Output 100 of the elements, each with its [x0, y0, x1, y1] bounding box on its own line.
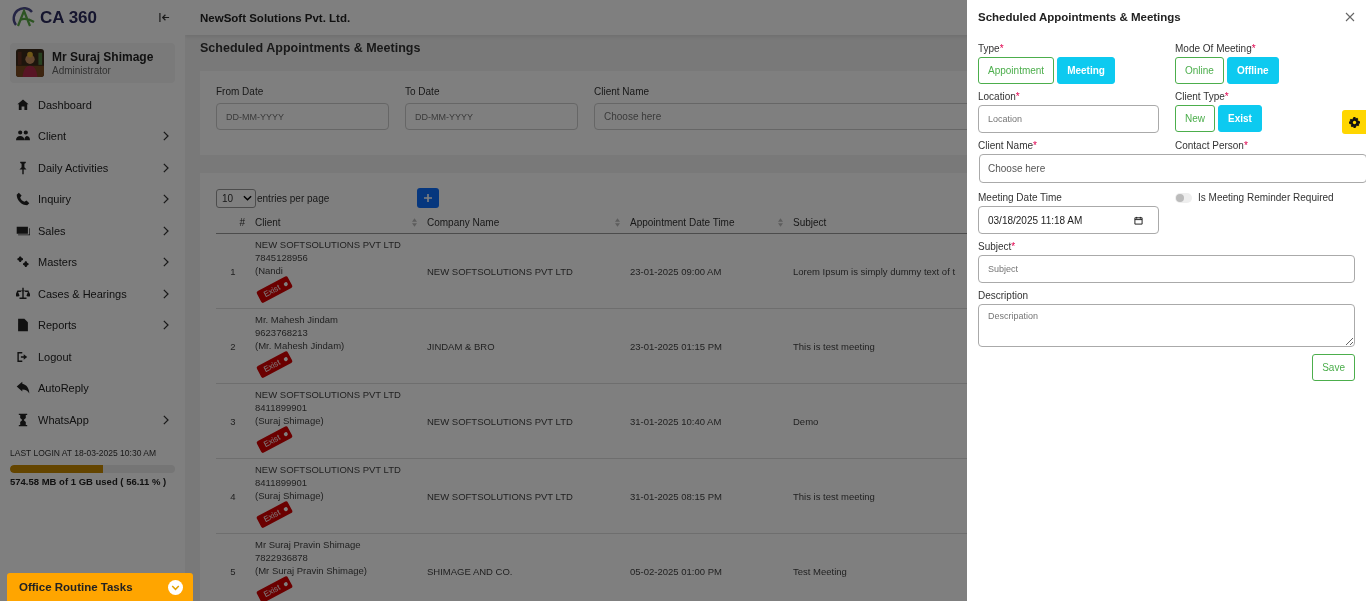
sort-icon[interactable] — [412, 217, 417, 227]
row-number: 1 — [230, 265, 236, 277]
status-tag: Exist — [256, 425, 294, 454]
settings-button[interactable] — [1342, 110, 1366, 134]
table-cell: Test Meeting — [793, 565, 847, 577]
table-cell: This is test meeting — [793, 490, 875, 502]
sidebar-item[interactable]: AutoReply — [10, 372, 175, 404]
column-header[interactable]: Appointment Date Time — [630, 216, 735, 228]
office-tasks-bar[interactable]: Office Routine Tasks — [7, 573, 193, 601]
table-cell: This is test meeting — [793, 340, 875, 352]
table-cell: 31-01-2025 10:40 AM — [630, 415, 722, 427]
filter-field[interactable]: DD-MM-YYYY — [405, 103, 578, 130]
entries-label: entries per page — [257, 192, 330, 204]
user-role: Administrator — [52, 65, 112, 76]
add-button[interactable] — [417, 188, 440, 208]
hourglass-icon — [16, 412, 30, 427]
table-cell: NEW SOFTSOLUTIONS PVT LTD — [427, 415, 573, 427]
sidebar-item[interactable]: Logout — [10, 341, 175, 373]
scale-icon — [16, 286, 30, 301]
client-text: (Mr Suraj Pravin Shimage) — [255, 564, 368, 577]
client-text: 8411899901 — [255, 401, 309, 414]
filter-field[interactable]: DD-MM-YYYY — [216, 103, 389, 130]
column-header[interactable]: Subject — [793, 216, 827, 228]
client-text: NEW SOFTSOLUTIONS PVT LTD — [255, 238, 402, 251]
user-name: Mr Suraj Shimage — [52, 50, 154, 64]
option-button[interactable]: Online — [1175, 57, 1224, 84]
client-text: Mr. Mahesh Jindam — [255, 313, 339, 326]
table-cell: JINDAM & BRO — [427, 340, 495, 352]
location-field[interactable]: Location — [978, 105, 1159, 133]
date-time-field[interactable]: 03/18/2025 11:18 AM — [978, 206, 1159, 234]
status-tag: Exist — [256, 275, 294, 304]
drawer-title: Scheduled Appointments & Meetings — [978, 11, 1181, 23]
save-button[interactable]: Save — [1312, 354, 1355, 381]
table-cell: 23-01-2025 09:00 AM — [630, 265, 722, 277]
sidebar-item[interactable]: Dashboard — [10, 89, 175, 121]
field-label: Mode Of Meeting* — [1175, 43, 1256, 54]
status-tag: Exist — [256, 350, 294, 379]
sort-icon[interactable] — [615, 217, 620, 227]
caret-icon — [243, 195, 252, 201]
field-label: Client Type* — [1175, 91, 1229, 102]
field-label: Type* — [978, 43, 1004, 54]
table-cell: Demo — [793, 415, 819, 427]
toggle-label: Is Meeting Reminder Required — [1198, 192, 1334, 203]
field-label: Meeting Date Time — [978, 192, 1062, 203]
status-tag: Exist — [256, 500, 294, 529]
field-label: Subject* — [978, 241, 1016, 252]
exit-icon — [16, 349, 30, 364]
filter-label: To Date — [405, 86, 440, 97]
document-icon — [16, 318, 30, 333]
sort-icon[interactable] — [778, 217, 783, 227]
sidebar-item[interactable]: Daily Activities — [10, 152, 175, 184]
field-label: Location* — [978, 91, 1020, 102]
column-header[interactable]: # — [239, 216, 245, 228]
row-number: 2 — [230, 340, 236, 352]
sidebar-item[interactable]: Masters — [10, 246, 175, 278]
company-name: NewSoft Solutions Pvt. Ltd. — [200, 11, 351, 24]
filter-label: From Date — [216, 86, 264, 97]
row-number: 4 — [230, 490, 236, 502]
collapse-icon[interactable] — [159, 12, 170, 23]
client-text: NEW SOFTSOLUTIONS PVT LTD — [255, 463, 402, 476]
page-title: Scheduled Appointments & Meetings — [200, 40, 421, 57]
table-cell: 23-01-2025 01:15 PM — [630, 340, 722, 352]
filter-label: Client Name — [594, 86, 650, 97]
column-header[interactable]: Client — [255, 216, 281, 228]
column-header[interactable]: Company Name — [427, 216, 500, 228]
sidebar-item[interactable]: Cases & Hearings — [10, 278, 175, 310]
sidebar-item[interactable]: Sales — [10, 215, 175, 247]
table-cell: 05-02-2025 01:00 PM — [630, 565, 722, 577]
description-field[interactable]: Descripation — [978, 304, 1355, 347]
page-size-select[interactable]: 10 — [216, 188, 256, 208]
client-text: (Suraj Shimage) — [255, 414, 325, 427]
sidebar-item[interactable]: Reports — [10, 309, 175, 341]
client-text: Mr Suraj Pravin Shimage — [255, 538, 362, 551]
phone-icon — [16, 192, 30, 207]
sidebar-item[interactable]: WhatsApp — [10, 404, 175, 436]
subject-field[interactable]: Subject — [978, 255, 1355, 283]
close-icon[interactable] — [1345, 12, 1355, 22]
table-cell: SHIMAGE AND CO. — [427, 565, 513, 577]
reminder-toggle[interactable] — [1175, 193, 1192, 203]
field-label: Description — [978, 290, 1029, 301]
calendar-icon[interactable] — [1134, 215, 1143, 225]
option-button[interactable]: Appointment — [978, 57, 1055, 84]
gear-icon — [1348, 116, 1360, 128]
app-logo: CA 360 — [40, 7, 97, 28]
storage-text: 574.58 MB of 1 GB used ( 56.11 % ) — [10, 475, 168, 487]
option-button[interactable]: New — [1175, 105, 1215, 132]
home-icon — [16, 97, 30, 112]
table-cell: NEW SOFTSOLUTIONS PVT LTD — [427, 490, 573, 502]
table-cell: NEW SOFTSOLUTIONS PVT LTD — [427, 265, 573, 277]
client-text: (Mr. Mahesh Jindam) — [255, 339, 346, 352]
status-tag: Exist — [256, 575, 294, 601]
sidebar-item[interactable]: Inquiry — [10, 183, 175, 215]
client-text: (Suraj Shimage) — [255, 489, 325, 502]
client-text: 7845128956 — [255, 251, 309, 264]
client-text: (Nandi — [255, 264, 284, 277]
gears-icon — [16, 255, 30, 270]
sidebar-item[interactable]: Client — [10, 120, 175, 152]
client-name-select[interactable]: Choose here — [979, 154, 1366, 183]
client-text: 9623768213 — [255, 326, 309, 339]
reply-icon — [16, 381, 30, 396]
